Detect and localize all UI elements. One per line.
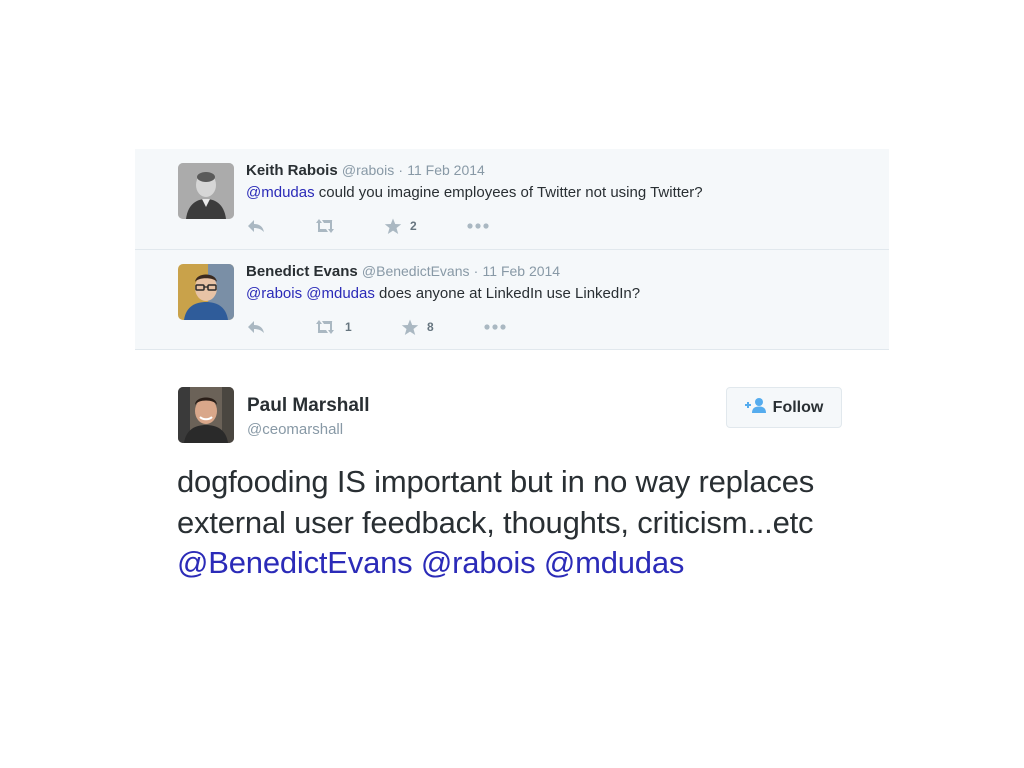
mention-link[interactable]: @rabois <box>421 545 536 580</box>
reply-button[interactable] <box>246 317 266 337</box>
retweet-button[interactable] <box>313 216 345 236</box>
reply-tweet[interactable]: Benedict Evans @BenedictEvans · 11 Feb 2… <box>135 249 889 349</box>
tweet-text-content: dogfooding IS important but in no way re… <box>177 464 815 540</box>
tweet-date[interactable]: 11 Feb 2014 <box>407 162 485 178</box>
avatar[interactable] <box>178 264 234 320</box>
tweet-header: Benedict Evans @BenedictEvans · 11 Feb 2… <box>246 262 869 281</box>
separator: · <box>398 162 404 178</box>
favorite-count: 8 <box>427 320 434 334</box>
follow-user-icon <box>744 397 767 418</box>
tweet-text: @mdudas could you imagine employees of T… <box>246 183 869 203</box>
mention-link[interactable]: @BenedictEvans <box>177 545 413 580</box>
tweet-actions: 2 <box>246 216 646 236</box>
more-button[interactable] <box>483 317 507 337</box>
avatar[interactable] <box>178 387 234 443</box>
more-button[interactable] <box>466 216 490 236</box>
avatar[interactable] <box>178 163 234 219</box>
retweet-button[interactable]: 1 <box>313 317 352 337</box>
tweet-text-content: could you imagine employees of Twitter n… <box>318 184 703 201</box>
tweet-text: @rabois @mdudas does anyone at LinkedIn … <box>246 284 869 304</box>
author-handle[interactable]: @rabois <box>342 162 394 178</box>
author-handle[interactable]: @ceomarshall <box>247 421 343 438</box>
more-icon <box>466 222 490 230</box>
follow-label: Follow <box>772 398 824 416</box>
mention-link[interactable]: @rabois <box>246 285 302 302</box>
author-name[interactable]: Benedict Evans <box>246 263 358 280</box>
retweet-icon <box>313 319 337 335</box>
tweet-actions: 1 8 <box>246 317 646 337</box>
author-name[interactable]: Keith Rabois <box>246 162 338 179</box>
retweet-count: 1 <box>345 320 352 334</box>
reply-button[interactable] <box>246 216 266 236</box>
author-name[interactable]: Paul Marshall <box>247 395 370 417</box>
reply-tweet[interactable]: Keith Rabois @rabois · 11 Feb 2014 @mdud… <box>135 149 889 249</box>
star-icon <box>401 319 419 336</box>
favorite-button[interactable]: 8 <box>401 317 434 337</box>
mention-link[interactable]: @mdudas <box>306 285 375 302</box>
star-icon <box>384 218 402 235</box>
separator: · <box>473 263 479 279</box>
retweet-icon <box>313 218 337 234</box>
author-handle[interactable]: @BenedictEvans <box>362 263 470 279</box>
reply-icon <box>246 319 266 335</box>
mention-link[interactable]: @mdudas <box>544 545 685 580</box>
tweet-text-content: does anyone at LinkedIn use LinkedIn? <box>379 285 641 302</box>
tweet-body: Keith Rabois @rabois · 11 Feb 2014 @mdud… <box>246 161 869 234</box>
conversation-thread: Keith Rabois @rabois · 11 Feb 2014 @mdud… <box>135 149 889 350</box>
favorite-count: 2 <box>410 219 417 233</box>
reply-icon <box>246 218 266 234</box>
favorite-button[interactable]: 2 <box>384 216 417 236</box>
tweet-header: Keith Rabois @rabois · 11 Feb 2014 <box>246 161 869 180</box>
tweet-text: dogfooding IS important but in no way re… <box>177 462 837 584</box>
mention-link[interactable]: @mdudas <box>246 184 315 201</box>
tweet-date[interactable]: 11 Feb 2014 <box>483 263 561 279</box>
follow-button[interactable]: Follow <box>726 387 842 428</box>
more-icon <box>483 323 507 331</box>
tweet-body: Benedict Evans @BenedictEvans · 11 Feb 2… <box>246 262 869 335</box>
